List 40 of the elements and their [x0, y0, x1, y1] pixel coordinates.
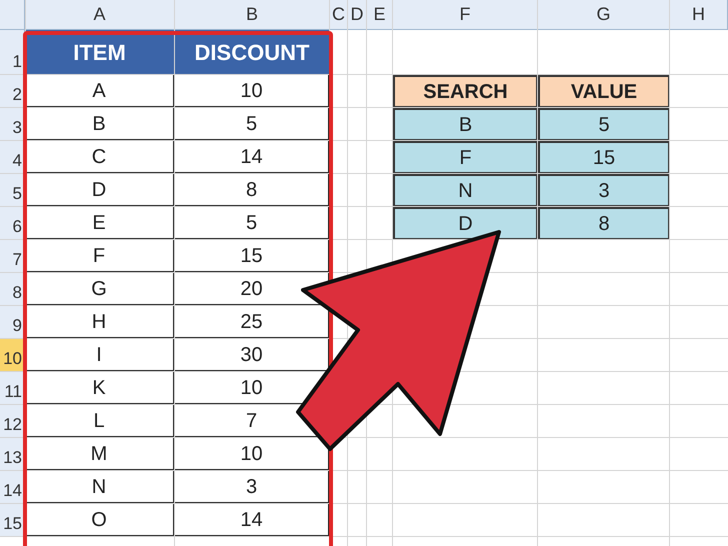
table-cell: M	[25, 438, 175, 471]
table-cell: N	[393, 174, 538, 207]
table-cell: G	[25, 273, 175, 306]
table-cell: F	[25, 240, 175, 273]
table-cell: F	[393, 141, 538, 174]
table-cell: 14	[175, 141, 330, 174]
column-header[interactable]: F	[393, 0, 538, 30]
column-header[interactable]: G	[538, 0, 670, 30]
table-cell: N	[25, 471, 175, 504]
table-cell: 10	[175, 75, 330, 108]
column-header[interactable]: E	[367, 0, 393, 30]
table-cell: 3	[175, 471, 330, 504]
table-cell: L	[25, 405, 175, 438]
table-cell: E	[25, 207, 175, 240]
table-cell: H	[25, 306, 175, 339]
column-heading: SEARCH	[393, 75, 538, 108]
select-all-corner[interactable]	[0, 0, 25, 30]
table-cell: 3	[538, 174, 670, 207]
table-cell: O	[25, 504, 175, 537]
table-cell: B	[25, 108, 175, 141]
column-header[interactable]: B	[175, 0, 330, 30]
table-cell: A	[25, 75, 175, 108]
column-header[interactable]: C	[330, 0, 348, 30]
table-cell: D	[393, 207, 538, 240]
column-header[interactable]: A	[25, 0, 175, 30]
table-cell: 8	[175, 174, 330, 207]
table-cell: 5	[538, 108, 670, 141]
row-header[interactable]: 1	[0, 30, 25, 75]
table-cell: 5	[175, 108, 330, 141]
table-cell: D	[25, 174, 175, 207]
table-cell: K	[25, 372, 175, 405]
table-cell: I	[25, 339, 175, 372]
column-header[interactable]: D	[348, 0, 367, 30]
column-header[interactable]: H	[670, 0, 728, 30]
table-cell: C	[25, 141, 175, 174]
table-cell: 8	[538, 207, 670, 240]
table-cell: B	[393, 108, 538, 141]
table-cell: 14	[175, 504, 330, 537]
table-cell: 15	[538, 141, 670, 174]
column-heading: VALUE	[538, 75, 670, 108]
